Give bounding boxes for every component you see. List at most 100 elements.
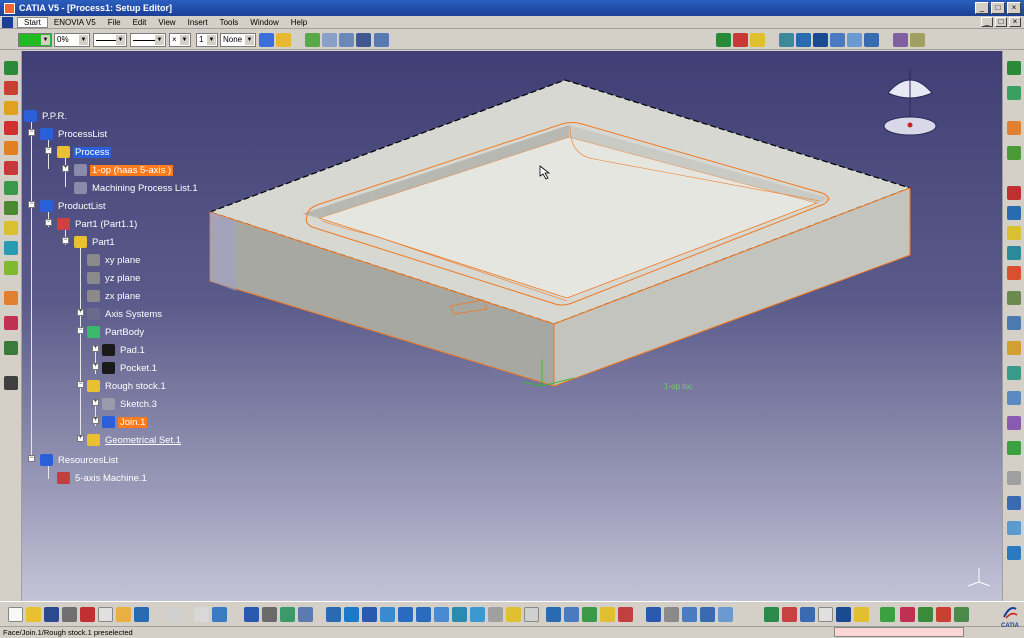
pocketing-icon[interactable] [1007,266,1021,280]
paint-brush-icon[interactable] [276,33,291,47]
compute-icon[interactable] [600,607,615,622]
rough-icon[interactable] [1007,206,1021,220]
report-icon[interactable] [682,607,697,622]
menu-help[interactable]: Help [285,18,313,27]
tree-item-rough-stock[interactable]: Rough stock.1 [87,379,168,393]
mfg-view-icon[interactable] [564,607,579,622]
nc-code-icon[interactable] [356,33,371,47]
pp-instruction-icon[interactable] [4,341,18,355]
facing-icon[interactable] [1007,291,1021,305]
tree-item-sketch[interactable]: Sketch.3 [102,397,159,411]
color-dropdown[interactable]: ▼ [18,33,52,47]
open-folder-icon[interactable] [26,607,41,622]
tree-item-processlist[interactable]: ProcessList [40,127,109,141]
rotation-icon[interactable] [936,607,951,622]
check-icon[interactable] [733,33,748,47]
tree-root[interactable]: P.P.R. [24,109,69,123]
tool-change-icon[interactable] [4,291,18,305]
edit-icon[interactable] [4,181,18,195]
tree-item-machining-process-list[interactable]: Machining Process List.1 [74,181,200,195]
expand-toggle[interactable]: − [45,147,52,154]
expand-toggle[interactable]: − [28,201,35,208]
tree-item-machine[interactable]: 5-axis Machine.1 [57,471,149,485]
stop-icon[interactable] [4,121,18,135]
analysis-icon[interactable] [716,33,731,47]
tool-icon[interactable] [322,33,337,47]
shop-doc-icon[interactable] [700,607,715,622]
simulate-icon[interactable] [800,607,815,622]
path-icon[interactable] [4,261,18,275]
normal-view-toggle-icon[interactable] [524,607,539,622]
layer-number-dropdown[interactable]: 1 ▼ [196,33,218,47]
fly-mode-icon[interactable] [326,607,341,622]
expand-toggle[interactable]: + [92,345,99,352]
paste-icon[interactable] [116,607,131,622]
menu-view[interactable]: View [152,18,181,27]
tree-item-pocket[interactable]: Pocket.1 [102,361,159,375]
doc-restore-button[interactable]: □ [995,17,1007,27]
tree-item-productlist[interactable]: ProductList [40,199,108,213]
cut-icon[interactable] [80,607,95,622]
zoom-in-icon[interactable] [398,607,413,622]
pan-icon[interactable] [362,607,377,622]
tool-assembly-icon[interactable] [854,607,869,622]
tree-item-part-instance[interactable]: Part1 (Part1.1) [57,217,139,231]
expand-toggle[interactable]: + [92,417,99,424]
contour-icon[interactable] [1007,246,1021,260]
tree-item-zx-plane[interactable]: zx plane [87,289,142,303]
tree-item-xy-plane[interactable]: xy plane [87,253,142,267]
expand-toggle[interactable]: + [77,309,84,316]
help-icon[interactable] [166,607,181,622]
expand-toggle[interactable]: + [62,165,69,172]
document-icon[interactable] [664,607,679,622]
document-icon[interactable] [2,16,13,28]
tree-icon[interactable] [4,201,18,215]
multi-axis-icon[interactable] [1007,391,1021,405]
tree-item-axis-systems[interactable]: Axis Systems [87,307,164,321]
line-thickness-dropdown[interactable]: ▼ [93,33,127,47]
stock-removal-icon[interactable] [918,607,933,622]
operation-icon[interactable] [4,101,18,115]
insert-icon[interactable] [4,221,18,235]
view-icon[interactable] [1007,521,1021,535]
save-icon[interactable] [44,607,59,622]
expand-toggle[interactable]: − [28,455,35,462]
tree-item-join[interactable]: Join.1 [102,415,148,429]
catalog-icon[interactable] [262,607,277,622]
table-icon[interactable] [750,33,765,47]
close-button[interactable]: × [1007,2,1021,14]
clamp-icon[interactable] [864,33,879,47]
expand-toggle[interactable]: − [28,129,35,136]
menu-start[interactable]: Start [17,16,48,28]
command-input[interactable] [834,627,964,637]
video-icon[interactable] [782,607,797,622]
swap-icon[interactable] [506,607,521,622]
tree-item-partbody[interactable]: PartBody [87,325,146,339]
simulation-icon[interactable] [339,33,354,47]
remove-icon[interactable] [1007,186,1021,200]
minimize-button[interactable]: _ [975,2,989,14]
curve-icon[interactable] [1007,341,1021,355]
maximize-button[interactable]: □ [991,2,1005,14]
copy-transform-icon[interactable] [4,376,18,390]
shading-icon[interactable] [470,607,485,622]
spiral-icon[interactable] [1007,441,1021,455]
analysis-icon[interactable] [298,607,313,622]
zone-icon[interactable] [1007,86,1021,100]
tree-item-yz-plane[interactable]: yz plane [87,271,142,285]
hide-show-icon[interactable] [488,607,503,622]
menu-file[interactable]: File [102,18,127,27]
expand-toggle[interactable]: − [77,327,84,334]
tree-item-pad[interactable]: Pad.1 [102,343,147,357]
extra-icon[interactable] [1007,496,1021,510]
doc-minimize-button[interactable]: _ [981,17,993,27]
catia-app-icon[interactable] [4,2,15,14]
zoom-out-icon[interactable] [416,607,431,622]
menu-window[interactable]: Window [244,18,284,27]
machine-icon[interactable] [893,33,908,47]
add-icon[interactable] [954,607,969,622]
start-icon[interactable] [4,81,18,95]
copy-icon[interactable] [98,607,113,622]
rotate-icon[interactable] [380,607,395,622]
expand-toggle[interactable]: − [45,219,52,226]
